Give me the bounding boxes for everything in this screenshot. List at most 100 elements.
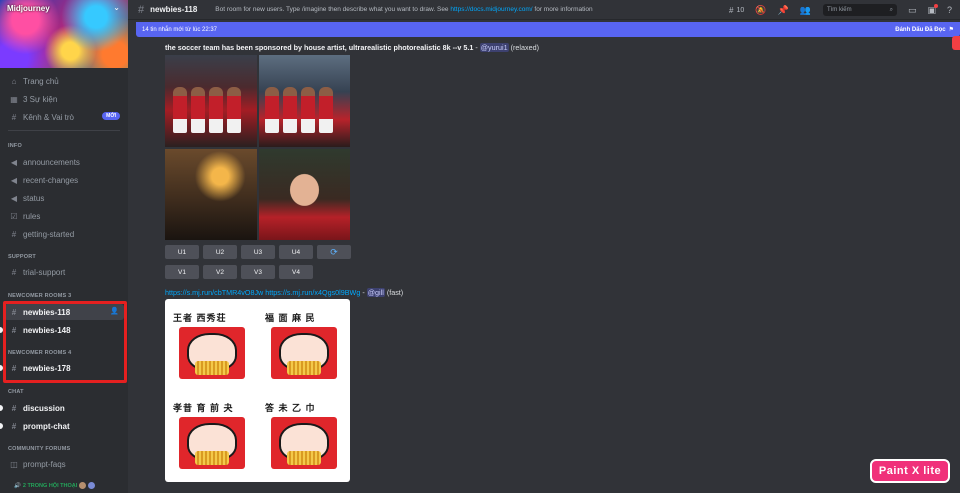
channel-announcements[interactable]: ◀ announcements xyxy=(4,154,124,170)
megaphone-icon: ◀ xyxy=(10,157,18,167)
channel-trial-support[interactable]: # trial-support xyxy=(4,264,124,280)
channel-sidebar: Midjourney ⌄ ⌂ Trang chủ ▦ 3 Sự kiện # K… xyxy=(0,0,128,493)
noodle-bowl xyxy=(195,361,229,375)
category-community-forums[interactable]: COMMUNITY FORUMS xyxy=(8,446,70,452)
channel-header: # newbies-118 Bot room for new users. Ty… xyxy=(128,0,960,20)
channels-icon: # xyxy=(11,112,17,122)
channel-prompt-chat[interactable]: # prompt-chat xyxy=(4,418,124,434)
sidebar-item-home[interactable]: ⌂ Trang chủ xyxy=(4,73,124,89)
upscale-button-u2[interactable]: U2 xyxy=(203,245,237,259)
server-name[interactable]: Midjourney xyxy=(7,4,50,13)
player-figure xyxy=(318,86,333,133)
channel-discussion[interactable]: # discussion xyxy=(4,400,124,416)
generated-sticker-grid[interactable]: 王者 西秀荘 福 面 麻 民 孝昔 育 前 夬 答 未 乙 巾 xyxy=(165,299,350,482)
threads-button[interactable]: # 10 xyxy=(729,6,744,15)
upscale-button-u1[interactable]: U1 xyxy=(165,245,199,259)
channel-title: newbies-118 xyxy=(150,5,198,14)
category-chat[interactable]: CHAT xyxy=(8,389,24,395)
notification-bell-icon[interactable]: 🔕 xyxy=(755,5,766,16)
upscale-button-u3[interactable]: U3 xyxy=(241,245,275,259)
image-tile-2[interactable] xyxy=(258,55,350,147)
image-tile-4[interactable] xyxy=(258,148,350,240)
image-link[interactable]: https://s.mj.run/x4Qgs0l9BWg xyxy=(265,288,360,297)
generated-image-grid[interactable] xyxy=(165,55,350,240)
channel-recent-changes[interactable]: ◀ recent-changes xyxy=(4,172,124,188)
help-icon[interactable]: ? xyxy=(947,5,952,15)
channel-rules[interactable]: ☑ rules xyxy=(4,208,124,224)
noodle-bowl xyxy=(195,451,229,465)
new-messages-bar[interactable]: 14 tin nhắn mới từ lúc 22:37 Đánh Dấu Đã… xyxy=(136,22,960,37)
sticker-title: 福 面 麻 民 xyxy=(265,313,316,323)
channel-status[interactable]: ◀ status xyxy=(4,190,124,206)
home-icon: ⌂ xyxy=(11,76,17,86)
category-newcomer-rooms-3[interactable]: NEWCOMER ROOMS 3 xyxy=(8,293,71,299)
rules-icon: ☑ xyxy=(10,211,18,221)
channel-label: status xyxy=(23,193,45,203)
upscale-button-u4[interactable]: U4 xyxy=(279,245,313,259)
variation-button-v1[interactable]: V1 xyxy=(165,265,199,279)
red-highlight-annotation xyxy=(3,301,127,383)
variation-button-v4[interactable]: V4 xyxy=(279,265,313,279)
megaphone-icon: ◀ xyxy=(10,175,18,185)
variation-button-row: V1 V2 V3 V4 xyxy=(165,265,317,279)
message-links: https://s.mj.run/cbTMR4vO8Jw https://s.m… xyxy=(165,288,403,297)
sidebar-item-label: Kênh & Vai trò xyxy=(23,112,74,122)
category-info[interactable]: INFO xyxy=(8,143,22,149)
message-prompt: the soccer team has been sponsored by ho… xyxy=(165,43,539,52)
channel-topic[interactable]: Bot room for new users. Type /imagine th… xyxy=(215,6,592,13)
search-input[interactable]: Tìm kiếm ⌕ xyxy=(822,4,897,16)
channel-label: discussion xyxy=(23,403,65,413)
reroll-button[interactable]: ⟳ xyxy=(317,245,351,259)
separator: - xyxy=(360,288,367,297)
sticker-panel: 福 面 麻 民 xyxy=(261,305,347,385)
sidebar-item-channels-roles[interactable]: # Kênh & Vai trò MỚI xyxy=(4,109,124,125)
channel-label: recent-changes xyxy=(23,175,79,185)
chevron-down-icon[interactable]: ⌄ xyxy=(113,3,120,12)
mark-read-icon: ⚑ xyxy=(948,27,954,33)
topic-text: for more information xyxy=(532,6,593,13)
user-mention[interactable]: @gill xyxy=(366,288,385,297)
member-list-icon[interactable]: 👥 xyxy=(800,5,811,16)
channel-label: rules xyxy=(23,211,41,221)
sticker-title: 孝昔 育 前 夬 xyxy=(173,403,234,413)
channel-label: getting-started xyxy=(23,229,75,239)
prompt-text: the soccer team has been sponsored by ho… xyxy=(165,43,474,52)
updates-icon[interactable]: ▣ xyxy=(927,3,938,16)
hash-icon: # xyxy=(11,229,17,239)
separator: - xyxy=(473,43,480,52)
variation-button-v2[interactable]: V2 xyxy=(203,265,237,279)
notification-chip xyxy=(952,36,960,50)
player-figure xyxy=(300,86,315,133)
noodle-bowl xyxy=(287,451,321,465)
channel-prompt-faqs[interactable]: ◫ prompt-faqs xyxy=(4,456,124,472)
threads-count: 10 xyxy=(736,6,745,14)
variation-button-v3[interactable]: V3 xyxy=(241,265,275,279)
sticker-panel: 答 未 乙 巾 xyxy=(261,395,347,475)
image-tile-1[interactable] xyxy=(165,55,257,147)
sticker-panel: 王者 西秀荘 xyxy=(169,305,255,385)
avatar xyxy=(88,482,96,489)
inbox-icon[interactable]: ▭ xyxy=(908,5,917,16)
mark-as-read-button[interactable]: Đánh Dấu Đã Đọc ⚑ xyxy=(892,26,954,34)
sticker-title: 答 未 乙 巾 xyxy=(265,403,316,413)
server-banner[interactable]: Midjourney ⌄ xyxy=(0,0,128,68)
player-figure xyxy=(191,86,205,133)
search-placeholder: Tìm kiếm xyxy=(826,7,852,13)
topic-link[interactable]: https://docs.midjourney.com/ xyxy=(450,6,532,13)
watermark-badge: Paint X lite xyxy=(870,459,950,483)
voice-activity-bar[interactable]: 🔊 2 TRONG HỘI THOẠI xyxy=(14,480,96,491)
sidebar-item-events[interactable]: ▦ 3 Sự kiện xyxy=(4,91,124,107)
category-support[interactable]: SUPPORT xyxy=(8,254,36,260)
hash-icon: # xyxy=(11,267,17,277)
hash-icon: # xyxy=(138,3,145,16)
pin-icon[interactable]: 📌 xyxy=(778,5,789,16)
avatar xyxy=(79,482,87,489)
channel-getting-started[interactable]: # getting-started xyxy=(4,226,124,242)
threads-icon: # xyxy=(729,5,734,15)
player-figure xyxy=(227,86,241,133)
image-link[interactable]: https://s.mj.run/cbTMR4vO8Jw xyxy=(165,288,263,297)
image-tile-3[interactable] xyxy=(165,148,257,240)
forum-icon: ◫ xyxy=(10,459,18,469)
user-mention[interactable]: @yurui1 xyxy=(479,43,509,52)
channel-label: trial-support xyxy=(23,267,66,277)
